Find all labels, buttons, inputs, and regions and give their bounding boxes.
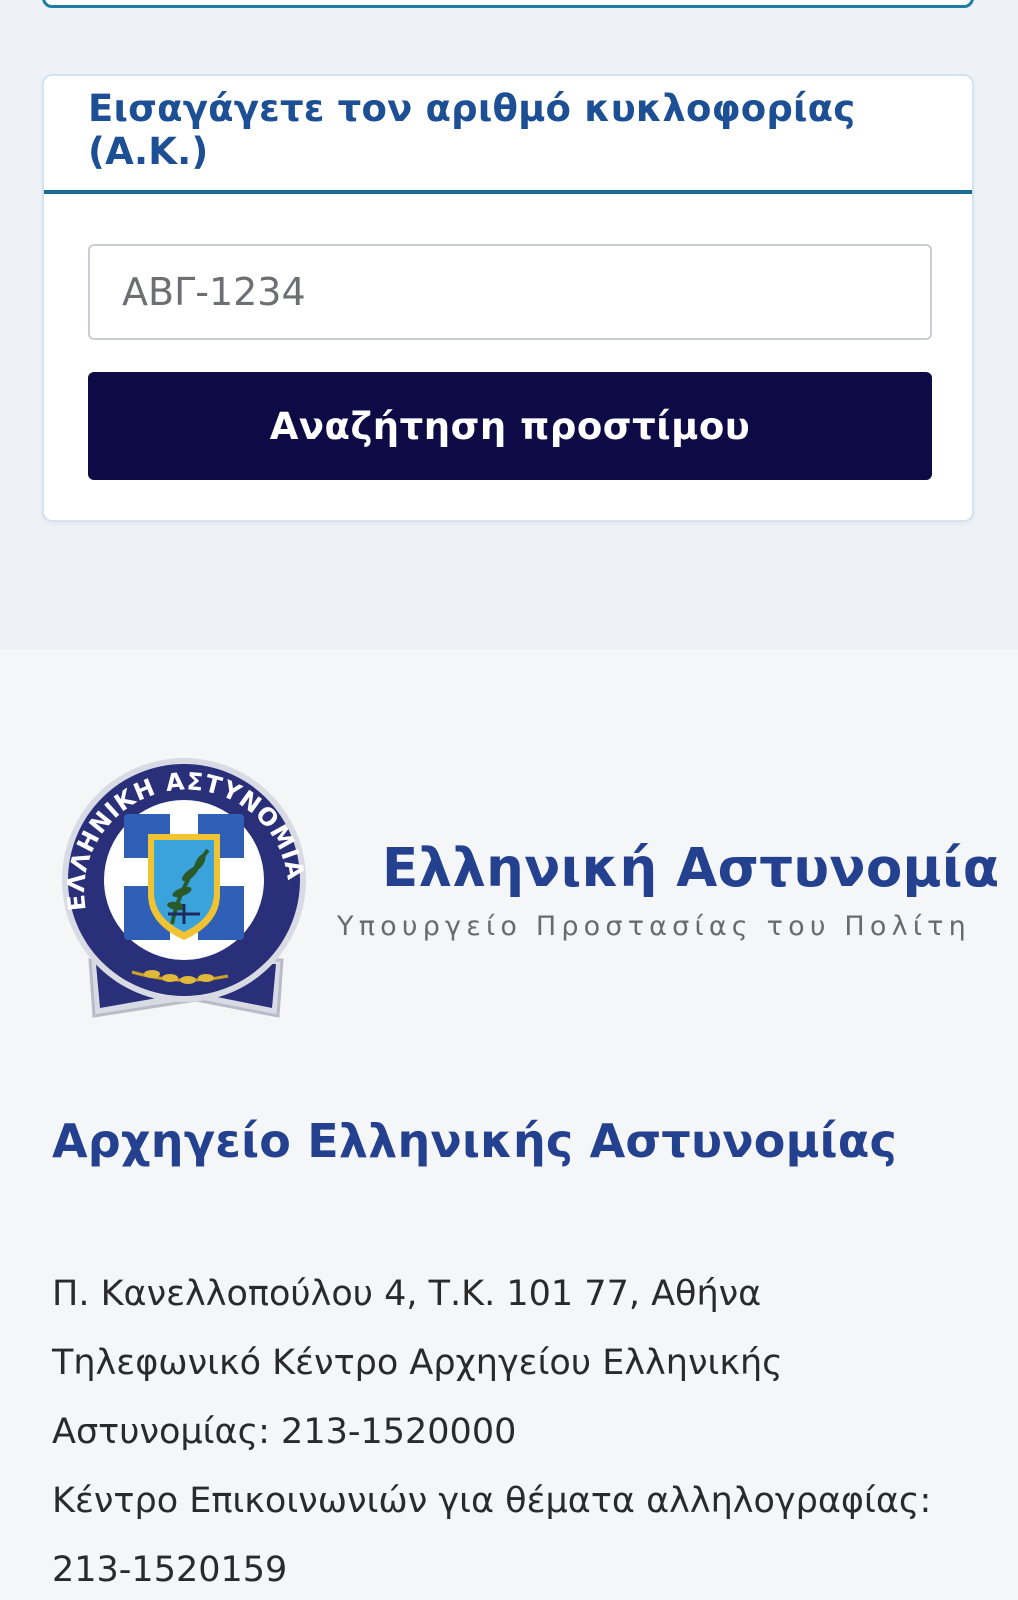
brand-subtitle: Υπουργείο Προστασίας του Πολίτη (337, 911, 971, 942)
phone-center-number: Αστυνομίας: 213-1520000 (52, 1412, 517, 1452)
card-title: Εισαγάγετε τον αριθμό κυκλοφορίας (Α.Κ.) (88, 87, 856, 173)
contact-info: Π. Κανελλοπούλου 4, Τ.Κ. 101 77, Αθήνα Τ… (52, 1260, 992, 1600)
phone-center-line: Τηλεφωνικό Κέντρο Αρχηγείου Ελληνικής (52, 1343, 783, 1383)
plate-number-input[interactable] (88, 244, 932, 340)
plate-search-card: Εισαγάγετε τον αριθμό κυκλοφορίας (Α.Κ.)… (42, 74, 974, 522)
address-line: Π. Κανελλοπούλου 4, Τ.Κ. 101 77, Αθήνα (52, 1274, 762, 1314)
page: Εισαγάγετε τον αριθμό κυκλοφορίας (Α.Κ.)… (0, 0, 1018, 1600)
previous-card-edge (42, 0, 974, 8)
hellenic-police-emblem-icon: ΕΛΛΗΝΙΚΗ ΑΣΤΥΝΟΜΙΑ (62, 758, 309, 1018)
headquarters-title: Αρχηγείο Ελληνικής Αστυνομίας (52, 1114, 898, 1168)
card-header: Εισαγάγετε τον αριθμό κυκλοφορίας (Α.Κ.) (44, 76, 972, 194)
footer: ΕΛΛΗΝΙΚΗ ΑΣΤΥΝΟΜΙΑ Ελληνική Αστυνομία Υπ… (0, 650, 1018, 1600)
communications-center-number: 213-1520159 (52, 1550, 288, 1590)
communications-center-line: Κέντρο Επικοινωνιών για θέματα αλληλογρα… (52, 1481, 932, 1521)
brand-name: Ελληνική Αστυνομία (382, 838, 1000, 899)
search-fine-button[interactable]: Αναζήτηση προστίμου (88, 372, 932, 480)
